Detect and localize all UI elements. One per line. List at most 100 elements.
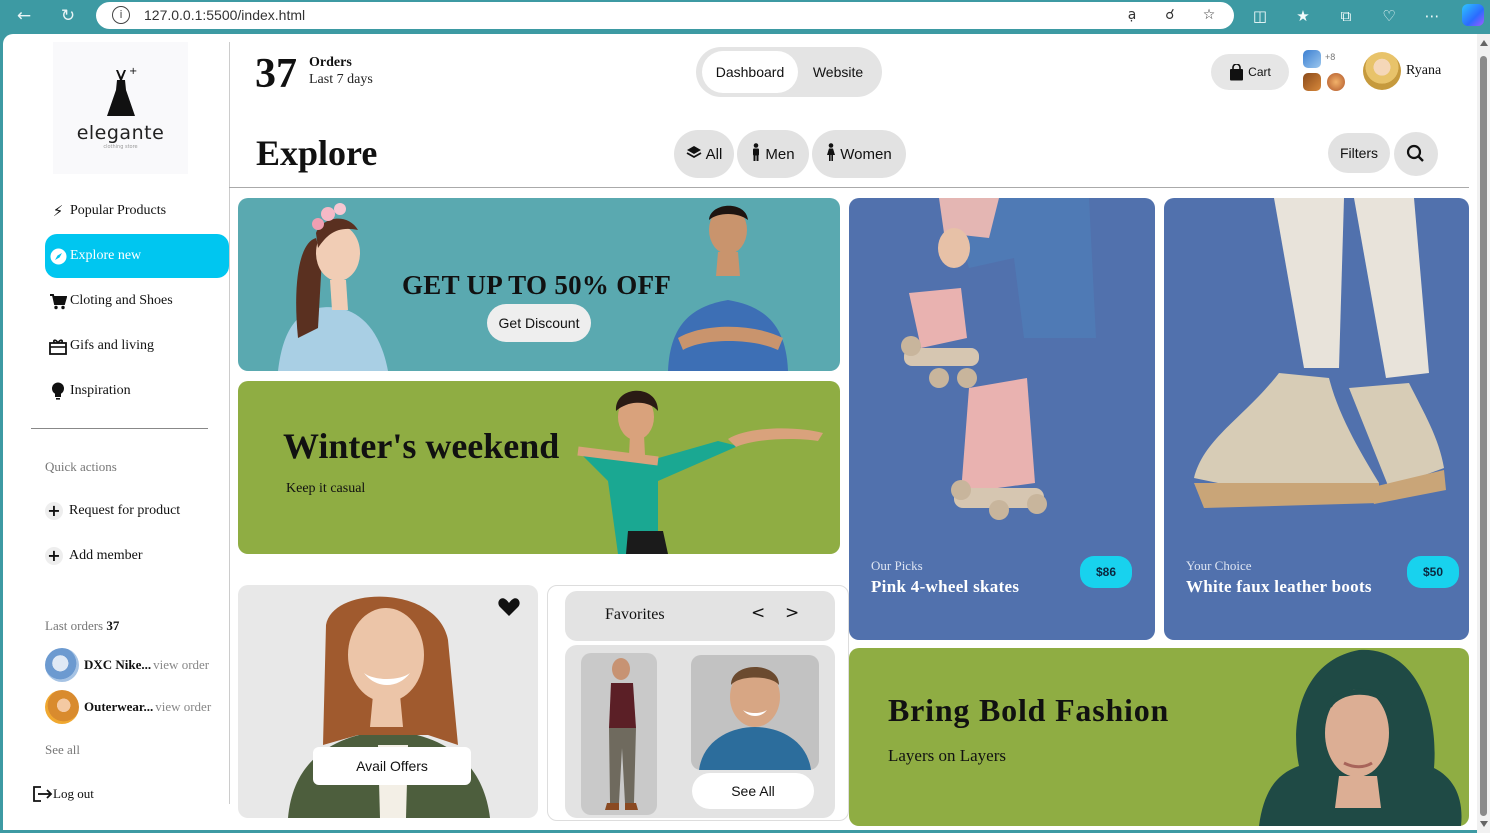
favorites-icon[interactable]: ★ (1291, 4, 1315, 28)
favorite-star-icon[interactable]: ☆ (1199, 5, 1219, 25)
user-name: Ryana (1406, 63, 1442, 78)
browser-toolbar: ← ↻ i 127.0.0.1:5500/index.html ạ ☌ ☆ ◫… (0, 0, 1490, 32)
logout-label: Log out (53, 786, 94, 801)
favorite-item[interactable] (581, 653, 657, 815)
back-icon[interactable]: ← (12, 4, 36, 28)
sidebar-item-label: Inspiration (70, 383, 131, 398)
cart-button[interactable]: Cart (1211, 54, 1289, 90)
sidebar-item-inspiration[interactable]: Inspiration (45, 369, 229, 413)
sidebar-divider (229, 42, 230, 804)
product-card-boots[interactable]: Your Choice White faux leather boots $50 (1164, 198, 1469, 640)
cart-icon (49, 292, 67, 310)
logout-icon (33, 786, 53, 802)
plus-icon: + (45, 547, 63, 565)
scroll-up-icon[interactable] (1480, 40, 1488, 46)
page: + elegante clothing store ⚡ Popular Prod… (3, 34, 1477, 830)
app-icon[interactable] (1303, 50, 1321, 68)
bold-fashion-banner: Bring Bold Fashion Layers on Layers (849, 648, 1469, 826)
get-discount-button[interactable]: Get Discount (487, 304, 591, 342)
favorites-header: Favorites < > (565, 591, 835, 641)
sidebar-item-gifs-and-living[interactable]: Gifs and living (45, 324, 229, 368)
plus-icon: + (45, 502, 63, 520)
filter-label: Women (840, 145, 892, 163)
favorite-man-smiling-image (699, 667, 811, 770)
apps-launcher[interactable]: +8 (1303, 50, 1351, 94)
quick-actions-title: Quick actions (45, 459, 117, 474)
address-bar[interactable]: i 127.0.0.1:5500/index.html ạ ☌ ☆ (96, 2, 1234, 29)
read-aloud-icon[interactable]: ạ (1122, 5, 1142, 25)
website-tab[interactable]: Website (800, 51, 876, 93)
price-badge: $50 (1407, 556, 1459, 588)
skates-product-image (901, 198, 1096, 520)
page-title: Explore (256, 133, 378, 173)
collections-icon[interactable]: ⧉ (1334, 4, 1358, 28)
last-orders-title: Last orders 37 (45, 618, 119, 634)
app-icon[interactable] (1303, 73, 1321, 91)
filter-men[interactable]: Men (737, 130, 809, 178)
reload-icon[interactable]: ↻ (56, 4, 80, 28)
filter-label: Men (765, 145, 795, 163)
sidebar-item-label: Popular Products (70, 203, 167, 218)
winter-title: Winter's weekend (283, 426, 560, 466)
cart-label: Cart (1248, 65, 1271, 79)
price-badge: $86 (1080, 556, 1132, 588)
favorite-heart-icon[interactable] (498, 597, 520, 617)
order-thumbnail (45, 648, 79, 682)
dashboard-tab[interactable]: Dashboard (702, 51, 798, 93)
product-card-skates[interactable]: Our Picks Pink 4-wheel skates $86 (849, 198, 1155, 640)
favorites-prev-button[interactable]: < (751, 603, 765, 623)
request-product-button[interactable]: + Request for product (45, 502, 180, 520)
sidebar-item-popular-products[interactable]: ⚡ Popular Products (45, 189, 229, 233)
page-scrollbar[interactable] (1477, 34, 1490, 833)
search-icon (1406, 144, 1424, 162)
search-button[interactable] (1394, 132, 1438, 176)
favorite-item[interactable] (691, 655, 819, 770)
add-member-button[interactable]: + Add member (45, 547, 142, 565)
favorites-next-button[interactable]: > (785, 603, 799, 623)
filter-all[interactable]: All (674, 130, 734, 178)
shopping-bag-icon (1230, 63, 1244, 80)
woman-icon (826, 143, 836, 165)
bold-model-image (1259, 649, 1462, 826)
split-screen-icon[interactable]: ◫ (1248, 4, 1272, 28)
man-icon (751, 143, 761, 165)
filter-women[interactable]: Women (812, 130, 906, 178)
avail-offers-button[interactable]: Avail Offers (313, 747, 471, 785)
bold-fashion-subtitle: Layers on Layers (888, 746, 1007, 765)
view-toggle: Dashboard Website (696, 47, 882, 97)
last-orders-count: 37 (106, 618, 120, 633)
sidebar-item-label: Explore new (70, 248, 142, 263)
copilot-icon[interactable] (1462, 4, 1484, 26)
bold-fashion-title: Bring Bold Fashion (888, 692, 1170, 728)
view-order-link[interactable]: view order (155, 699, 211, 715)
user-profile[interactable]: Ryana (1363, 52, 1441, 90)
product-name: White faux leather boots (1186, 577, 1372, 596)
zoom-icon[interactable]: ☌ (1160, 5, 1180, 25)
compass-icon (49, 247, 67, 265)
sidebar-item-cloting-and-shoes[interactable]: Cloting and Shoes (45, 279, 229, 323)
scroll-thumb[interactable] (1480, 56, 1487, 816)
logout-button[interactable]: Log out (33, 786, 94, 802)
layers-icon (686, 145, 702, 163)
see-all-orders-link[interactable]: See all (45, 742, 80, 758)
sidebar-separator (31, 428, 208, 429)
quick-action-label: Request for product (69, 503, 181, 518)
filters-button[interactable]: Filters (1328, 133, 1390, 173)
favorites-title: Favorites (605, 606, 665, 623)
app-icon[interactable] (1327, 73, 1345, 91)
more-icon[interactable]: ⋯ (1420, 4, 1444, 28)
url-text[interactable]: 127.0.0.1:5500/index.html (144, 7, 305, 23)
see-all-favorites-button[interactable]: See All (692, 773, 814, 809)
brand-logo[interactable]: + elegante clothing store (53, 42, 188, 174)
scroll-down-icon[interactable] (1480, 821, 1488, 827)
sidebar-item-explore-new[interactable]: Explore new (45, 234, 229, 278)
header-divider (229, 187, 1469, 188)
product-tag: Your Choice (1186, 558, 1252, 573)
quick-action-label: Add member (69, 548, 143, 563)
boots-product-image (1194, 198, 1446, 508)
brand-name: elegante (76, 122, 165, 144)
browser-essentials-icon[interactable]: ♡ (1377, 4, 1401, 28)
list-item: DXC Nike... view order (45, 648, 209, 682)
info-icon[interactable]: i (112, 6, 130, 24)
view-order-link[interactable]: view order (153, 657, 209, 673)
